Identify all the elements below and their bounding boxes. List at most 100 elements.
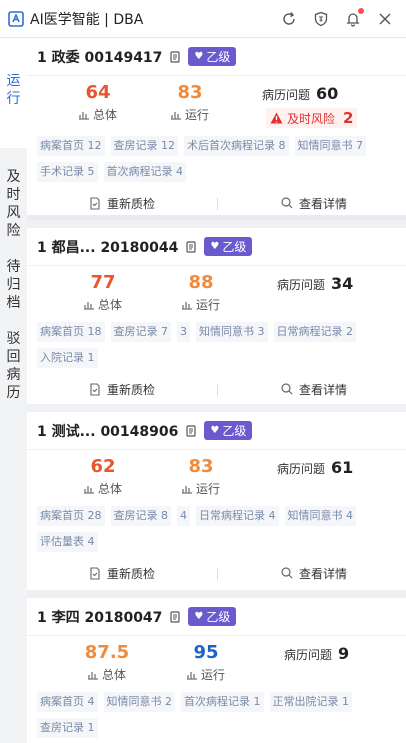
bar-chart-icon	[78, 111, 89, 120]
run-label: 运行	[195, 298, 220, 312]
bar-chart-icon	[181, 301, 192, 310]
warning-icon	[270, 112, 283, 124]
record-title: 1 都昌... 20180044	[37, 239, 179, 256]
heart-icon: ♥	[210, 241, 220, 252]
copy-icon[interactable]	[184, 240, 198, 254]
view-detail-button[interactable]: 查看详情	[281, 565, 347, 582]
card-actions: 重新质检 查看详情	[27, 188, 406, 218]
problem-count: 病历问题 60	[262, 84, 338, 103]
refresh-icon[interactable]	[280, 10, 298, 28]
grade-label: 乙级	[206, 50, 231, 64]
record-card: 1 都昌... 20180044 ♥ 乙级 77 总体 88 运行 病历问题 34 …	[27, 228, 406, 404]
total-stat: 87.5 总体	[77, 642, 137, 683]
score-stats: 77 总体 88 运行 病历问题 34	[27, 266, 406, 322]
issue-tag[interactable]: 知情同意书 2	[103, 692, 175, 712]
copy-icon[interactable]	[168, 610, 182, 624]
recheck-button[interactable]: 重新质检	[89, 565, 155, 582]
issue-tag[interactable]: 病案首页 28	[37, 506, 105, 526]
recheck-label: 重新质检	[107, 566, 156, 581]
issue-tag[interactable]: 评估量表 4	[37, 532, 98, 552]
detail-label: 查看详情	[299, 382, 348, 397]
total-score: 87.5	[84, 642, 130, 663]
total-label: 总体	[92, 108, 117, 122]
close-icon[interactable]	[376, 10, 394, 28]
nav-rejected-label: 历	[6, 385, 21, 401]
issue-tag[interactable]: 术后首次病程记录 8	[184, 136, 289, 156]
divider	[217, 198, 218, 210]
issue-tag[interactable]: 首次病程记录 4	[103, 162, 186, 182]
problem-count: 病历问题 61	[277, 458, 353, 477]
total-label: 总体	[97, 298, 122, 312]
document-check-icon	[90, 196, 100, 210]
problem-value: 34	[331, 274, 354, 293]
issue-tag[interactable]: 手术记录 5	[37, 162, 98, 182]
heart-icon: ♥	[194, 611, 204, 622]
search-icon	[281, 567, 293, 579]
issue-tag[interactable]: 知情同意书 7	[294, 136, 366, 156]
nav-to-archive[interactable]: 待 归 档	[0, 252, 27, 324]
card-header: 1 政委 00149417 ♥ 乙级	[27, 38, 406, 76]
record-card: 1 政委 00149417 ♥ 乙级 64 总体 83 运行 病历问题 60 及时风…	[27, 38, 406, 215]
card-header: 1 都昌... 20180044 ♥ 乙级	[27, 228, 406, 266]
divider	[217, 384, 218, 396]
title-bar: AI医学智能 | DBA	[0, 0, 406, 38]
issue-tag[interactable]: 日常病程记录 2	[273, 322, 356, 342]
run-stat: 95 运行	[176, 642, 236, 683]
card-header: 1 李四 20180047 ♥ 乙级	[27, 598, 406, 636]
score-stats: 62 总体 83 运行 病历问题 61	[27, 450, 406, 506]
issue-tag[interactable]: 查房记录 1	[37, 718, 98, 738]
nav-running-label: 运	[6, 73, 21, 89]
timely-risk[interactable]: 及时风险 2	[266, 108, 358, 128]
nav-running[interactable]: 运 行	[0, 38, 27, 148]
card-actions: 重新质检 查看详情	[27, 374, 406, 404]
nav-archive-label: 待	[6, 259, 21, 275]
run-label: 运行	[195, 482, 220, 496]
problem-value: 60	[316, 84, 339, 103]
copy-icon[interactable]	[184, 424, 198, 438]
notification-dot	[358, 7, 364, 14]
nav-rejected[interactable]: 驳 回 病 历	[0, 324, 27, 414]
view-detail-button[interactable]: 查看详情	[281, 381, 347, 398]
issue-tag[interactable]: 病案首页 12	[37, 136, 105, 156]
risk-label: 及时风险	[287, 111, 336, 126]
app-title: AI医学智能 | DBA	[30, 11, 144, 28]
record-title: 1 政委 00149417	[37, 49, 163, 66]
divider	[217, 568, 218, 580]
issue-tag[interactable]: 查房记录 8	[110, 506, 171, 526]
bell-icon[interactable]	[344, 7, 364, 28]
recheck-button[interactable]: 重新质检	[89, 195, 155, 212]
shield-icon[interactable]	[312, 10, 330, 28]
problem-label: 病历问题	[277, 462, 326, 476]
run-score: 88	[188, 272, 214, 293]
issue-tag[interactable]: 查房记录 7	[110, 322, 171, 342]
grade-badge: ♥ 乙级	[204, 237, 253, 256]
nav-rejected-label: 病	[6, 367, 21, 383]
issue-tag[interactable]: 日常病程记录 4	[196, 506, 279, 526]
nav-timely-risk[interactable]: 及 时 风 险	[0, 148, 27, 252]
grade-badge: ♥ 乙级	[188, 607, 237, 626]
issue-tag[interactable]: 入院记录 1	[37, 348, 98, 368]
grade-badge: ♥ 乙级	[188, 47, 237, 66]
record-title: 1 李四 20180047	[37, 609, 163, 626]
issue-tag[interactable]: 正常出院记录 1	[269, 692, 352, 712]
score-stats: 64 总体 83 运行 病历问题 60 及时风险 2	[27, 76, 406, 136]
nav-archive-label: 档	[6, 295, 21, 311]
issue-tag[interactable]: 首次病程记录 1	[181, 692, 264, 712]
run-label: 运行	[200, 668, 225, 682]
bar-chart-icon	[83, 485, 94, 494]
issue-tag[interactable]: 病案首页 18	[37, 322, 105, 342]
issue-tag[interactable]: 查房记录 12	[110, 136, 178, 156]
problem-value: 61	[331, 458, 354, 477]
issue-tag[interactable]: 知情同意书 4	[284, 506, 356, 526]
issue-tags: 病案首页 28 查房记录 8 4 日常病程记录 4 知情同意书 4 评估量表 4	[27, 506, 406, 552]
issue-tag[interactable]: 3	[177, 322, 190, 342]
copy-icon[interactable]	[168, 50, 182, 64]
issue-tag[interactable]: 知情同意书 3	[196, 322, 268, 342]
issue-tag[interactable]: 病案首页 4	[37, 692, 98, 712]
view-detail-button[interactable]: 查看详情	[281, 195, 347, 212]
run-stat: 88 运行	[171, 272, 231, 313]
score-stats: 87.5 总体 95 运行 病历问题 9	[27, 636, 406, 692]
recheck-button[interactable]: 重新质检	[89, 381, 155, 398]
issue-tag[interactable]: 4	[177, 506, 190, 526]
nav-rejected-label: 驳	[6, 331, 21, 347]
